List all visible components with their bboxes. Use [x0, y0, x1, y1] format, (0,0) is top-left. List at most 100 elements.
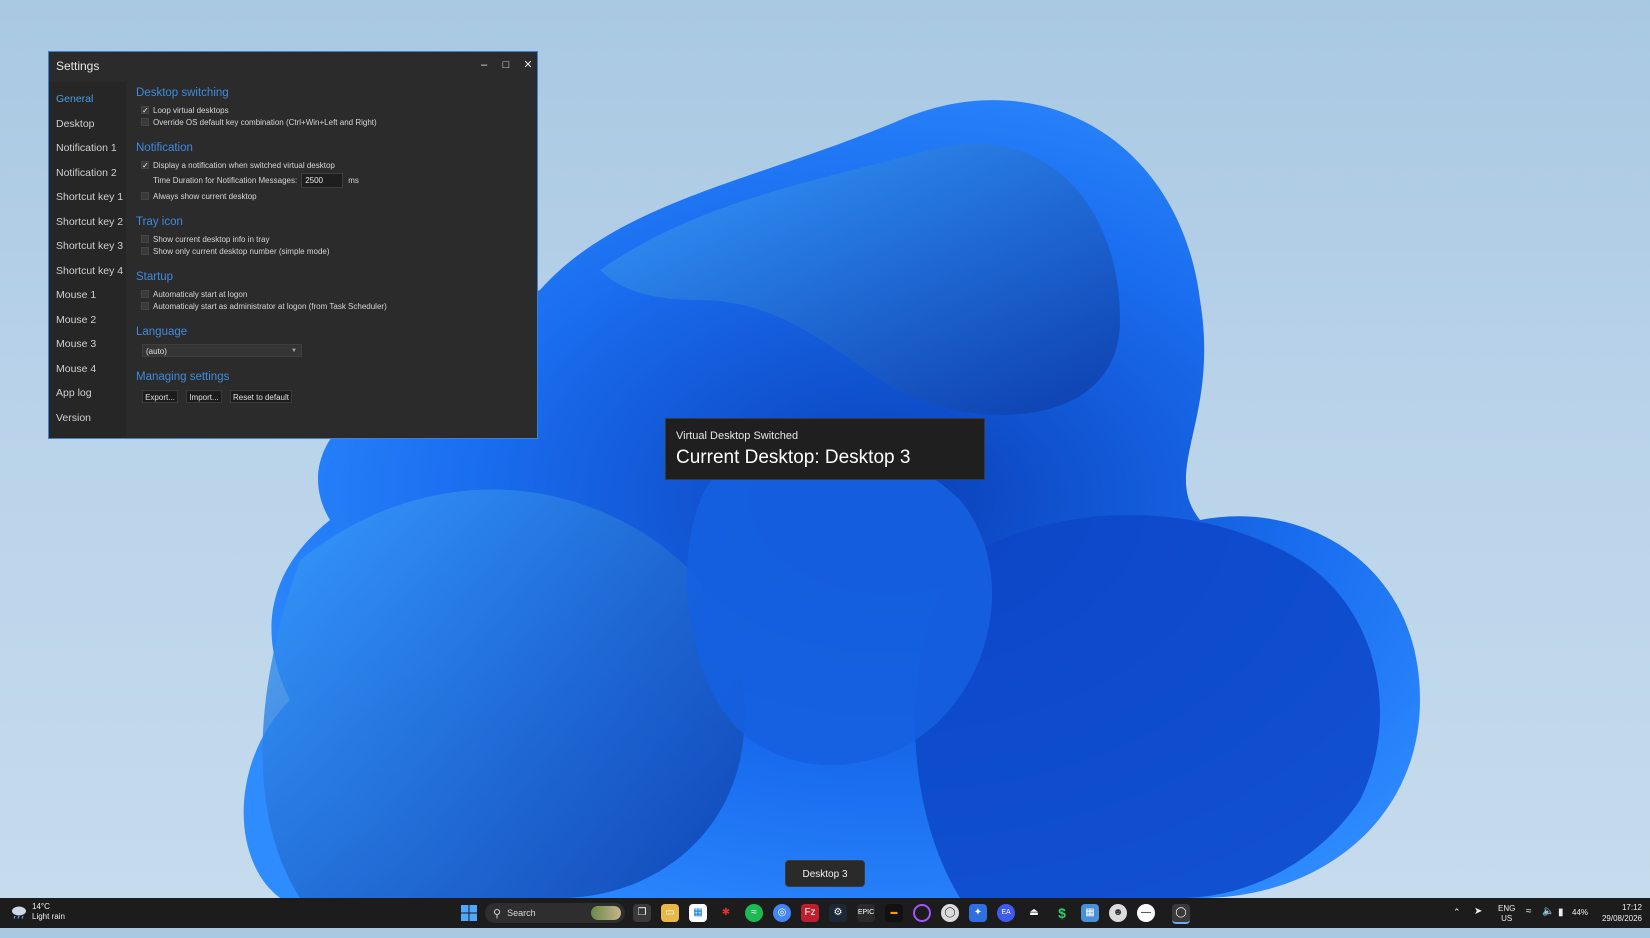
chevron-down-icon: ▼ [291, 348, 297, 354]
store-icon[interactable]: ▦ [689, 904, 707, 922]
settings-sidebar: General Desktop Notification 1 Notificat… [49, 82, 126, 438]
speaker-icon[interactable]: 🔈 [1542, 906, 1554, 936]
task-view-icon[interactable]: ❐ [633, 904, 651, 922]
controller-icon[interactable]: ⏏ [1025, 904, 1043, 922]
weather-temp: 14°C [32, 902, 50, 911]
checkbox-unchecked[interactable] [141, 118, 149, 126]
app-minus-icon[interactable]: — [1137, 904, 1155, 922]
start-logon-label: Automaticaly start at logon [153, 289, 248, 299]
app-circle-icon[interactable]: ◯ [941, 904, 959, 922]
checkbox-unchecked[interactable] [141, 290, 149, 298]
taskbar-tooltip: Desktop 3 [785, 860, 865, 887]
start-logon-checkbox[interactable]: Automaticaly start at logon [141, 288, 247, 300]
app-red-icon[interactable]: ✱ [717, 904, 735, 922]
sidebar-item-notification-1[interactable]: Notification 1 [49, 136, 126, 161]
minimize-icon[interactable]: – [473, 57, 495, 73]
checkbox-checked[interactable]: ✓ [141, 106, 149, 115]
checkbox-unchecked[interactable] [141, 302, 149, 310]
language-value: (auto) [146, 347, 167, 356]
override-keys-label: Override OS default key combination (Ctr… [153, 117, 377, 127]
wifi-icon[interactable]: ≈ [1526, 906, 1532, 936]
sidebar-item-version[interactable]: Version [49, 406, 126, 431]
section-desktop-switching: Desktop switching [136, 87, 229, 99]
loop-desktops-checkbox[interactable]: ✓ Loop virtual desktops [141, 104, 229, 116]
search-highlight-icon [591, 906, 621, 920]
taskbar-search[interactable]: ⚲ Search [485, 903, 625, 923]
settings-titlebar[interactable]: Settings – □ ✕ [49, 52, 537, 82]
display-notification-label: Display a notification when switched vir… [153, 160, 335, 170]
reset-default-button[interactable]: Reset to default [230, 390, 292, 403]
sidebar-item-mouse-4[interactable]: Mouse 4 [49, 357, 126, 382]
tray-simple-label: Show only current desktop number (simple… [153, 246, 330, 256]
weather-text: 14°C Light rain [32, 902, 65, 922]
chrome-icon[interactable]: ◎ [773, 904, 791, 922]
duration-unit: ms [348, 176, 359, 185]
input-region-code: US [1501, 914, 1513, 923]
duration-row: Time Duration for Notification Messages:… [153, 173, 359, 188]
loop-desktops-label: Loop virtual desktops [153, 105, 229, 115]
always-show-label: Always show current desktop [153, 191, 257, 201]
settings-content: Desktop switching ✓ Loop virtual desktop… [136, 82, 537, 438]
sidebar-item-mouse-1[interactable]: Mouse 1 [49, 283, 126, 308]
app-dollar-icon[interactable]: $ [1053, 904, 1071, 922]
override-keys-checkbox[interactable]: Override OS default key combination (Ctr… [141, 116, 377, 128]
spotify-icon[interactable]: ≈ [745, 904, 763, 922]
settings-title: Settings [56, 59, 100, 73]
app-grid-icon[interactable]: ▦ [1081, 904, 1099, 922]
start-admin-label: Automaticaly start as administrator at l… [153, 301, 387, 311]
sidebar-item-general[interactable]: General [49, 87, 126, 112]
display-notification-checkbox[interactable]: ✓ Display a notification when switched v… [141, 159, 335, 171]
checkbox-unchecked[interactable] [141, 192, 149, 200]
input-language[interactable]: ENG US [1498, 904, 1515, 934]
export-button[interactable]: Export... [142, 390, 178, 403]
sidebar-item-desktop[interactable]: Desktop [49, 112, 126, 137]
sidebar-item-app-log[interactable]: App log [49, 381, 126, 406]
search-icon: ⚲ [493, 907, 502, 920]
start-icon[interactable] [460, 904, 478, 922]
checkbox-unchecked[interactable] [141, 247, 149, 255]
taskbar: 14°C Light rain ⚲ Search ❐ ▭ ▦ ✱ ≈ ◎ Fz … [0, 898, 1650, 928]
file-explorer-icon[interactable]: ▭ [661, 904, 679, 922]
sidebar-item-shortcut-key-4[interactable]: Shortcut key 4 [49, 259, 126, 284]
chevron-up-icon[interactable]: ⌃ [1453, 907, 1461, 937]
battery-percent: 44% [1572, 908, 1589, 917]
always-show-checkbox[interactable]: Always show current desktop [141, 190, 257, 202]
filezilla-icon[interactable]: Fz [801, 904, 819, 922]
checkbox-checked[interactable]: ✓ [141, 161, 149, 170]
weather-widget[interactable]: 14°C Light rain [10, 902, 65, 922]
duration-input[interactable]: 2500 [301, 173, 344, 188]
language-select[interactable]: (auto) ▼ [142, 344, 302, 357]
section-tray-icon: Tray icon [136, 216, 183, 228]
app-blue-icon[interactable]: ✦ [969, 904, 987, 922]
tray-info-checkbox[interactable]: Show current desktop info in tray [141, 233, 270, 245]
sidebar-item-mouse-2[interactable]: Mouse 2 [49, 308, 126, 333]
tray-simple-checkbox[interactable]: Show only current desktop number (simple… [141, 245, 330, 257]
start-admin-checkbox[interactable]: Automaticaly start as administrator at l… [141, 300, 387, 312]
sidebar-item-notification-2[interactable]: Notification 2 [49, 161, 126, 186]
desktop-switch-notification[interactable]: Virtual Desktop Switched Current Desktop… [665, 418, 985, 480]
app-ring-icon[interactable] [913, 904, 931, 922]
import-button[interactable]: Import... [186, 390, 222, 403]
maximize-icon[interactable]: □ [495, 57, 517, 73]
sidebar-item-shortcut-key-2[interactable]: Shortcut key 2 [49, 210, 126, 235]
close-icon[interactable]: ✕ [517, 57, 539, 73]
app-robot-icon[interactable]: ☻ [1109, 904, 1127, 922]
duration-label: Time Duration for Notification Messages: [153, 176, 298, 185]
sidebar-item-shortcut-key-1[interactable]: Shortcut key 1 [49, 185, 126, 210]
steam-icon[interactable]: ⚙ [829, 904, 847, 922]
amazon-games-icon[interactable]: ▬ [885, 904, 903, 922]
tray-info-label: Show current desktop info in tray [153, 234, 270, 244]
virtual-desktop-app-icon[interactable]: ◯ [1172, 904, 1190, 924]
clock-date: 29/08/2026 [1601, 914, 1642, 923]
system-clock[interactable]: 17:12 29/08/2026 [1602, 902, 1642, 924]
sidebar-item-mouse-3[interactable]: Mouse 3 [49, 332, 126, 357]
search-placeholder: Search [507, 908, 536, 918]
battery-icon[interactable]: ▮ [1558, 907, 1564, 937]
location-arrow-icon[interactable]: ➤ [1474, 906, 1482, 936]
sidebar-item-shortcut-key-3[interactable]: Shortcut key 3 [49, 234, 126, 259]
section-notification: Notification [136, 142, 193, 154]
ea-icon[interactable]: EA [997, 904, 1015, 922]
checkbox-unchecked[interactable] [141, 235, 149, 243]
epic-games-icon[interactable]: EPIC [857, 904, 875, 922]
weather-condition: Light rain [32, 912, 65, 921]
